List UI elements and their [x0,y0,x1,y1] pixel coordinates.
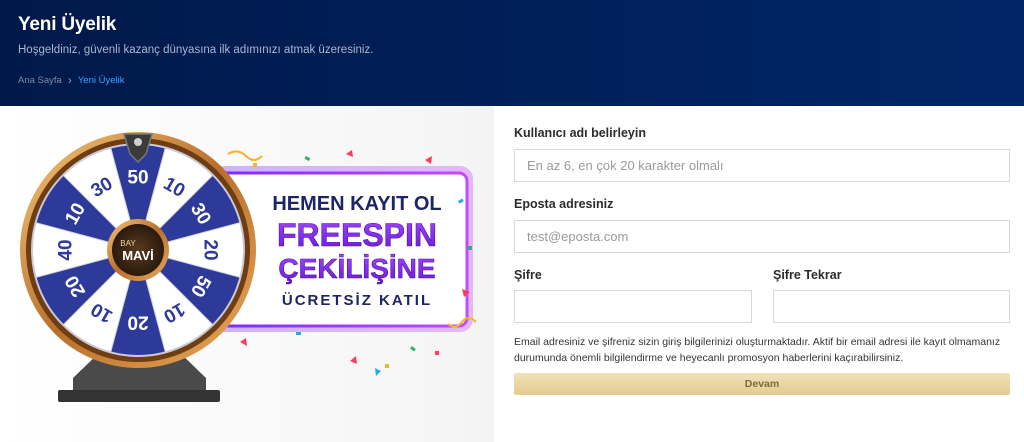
page-title: Yeni Üyelik [18,14,117,35]
banner-line3: ÇEKİLİŞİNE [278,253,435,284]
password-confirm-label: Şifre Tekrar [773,268,842,282]
wheel-segment-number: 40 [56,239,77,260]
wheel-segment-number: 20 [127,312,148,333]
wheel-brand-top: BAY [120,239,136,248]
password-input[interactable] [514,290,752,323]
chevron-right-icon: › [67,73,72,87]
password-confirm-input[interactable] [773,290,1010,323]
breadcrumb-home[interactable]: Ana Sayfa [18,75,62,86]
prize-wheel: 50 1030205010201020401030 BAY MAVİ [20,132,256,368]
page-subtitle: Hoşgeldiniz, güvenli kazanç dünyasına il… [18,44,374,56]
username-label: Kullanıcı adı belirleyin [514,126,646,140]
wheel-brand-main: MAVİ [122,248,154,263]
info-note: Email adresiniz ve şifreniz sizin giriş … [514,336,1001,364]
email-label: Eposta adresiniz [514,197,614,211]
banner-line2: FREESPIN [277,217,437,253]
wheel-segment-number: 20 [200,239,221,260]
banner-line4: ÜCRETSİZ KATIL [282,292,432,309]
email-input[interactable] [514,220,1010,253]
password-label: Şifre [514,268,542,282]
breadcrumb: Ana Sayfa › Yeni Üyelik [18,74,125,86]
submit-button[interactable]: Devam [514,373,1010,395]
banner-line1: HEMEN KAYIT OL [272,193,441,215]
promo-banner[interactable]: HEMEN KAYIT OL FREESPIN ÇEKİLİŞİNE ÜCRET… [0,106,494,442]
wheel-segment-number: 50 [127,168,148,189]
breadcrumb-current: Yeni Üyelik [77,74,125,86]
page-header: Yeni Üyelik Hoşgeldiniz, güvenli kazanç … [0,0,1024,106]
username-input[interactable] [514,149,1010,182]
promo-illustration: HEMEN KAYIT OL FREESPIN ÇEKİLİŞİNE ÜCRET… [20,132,477,402]
